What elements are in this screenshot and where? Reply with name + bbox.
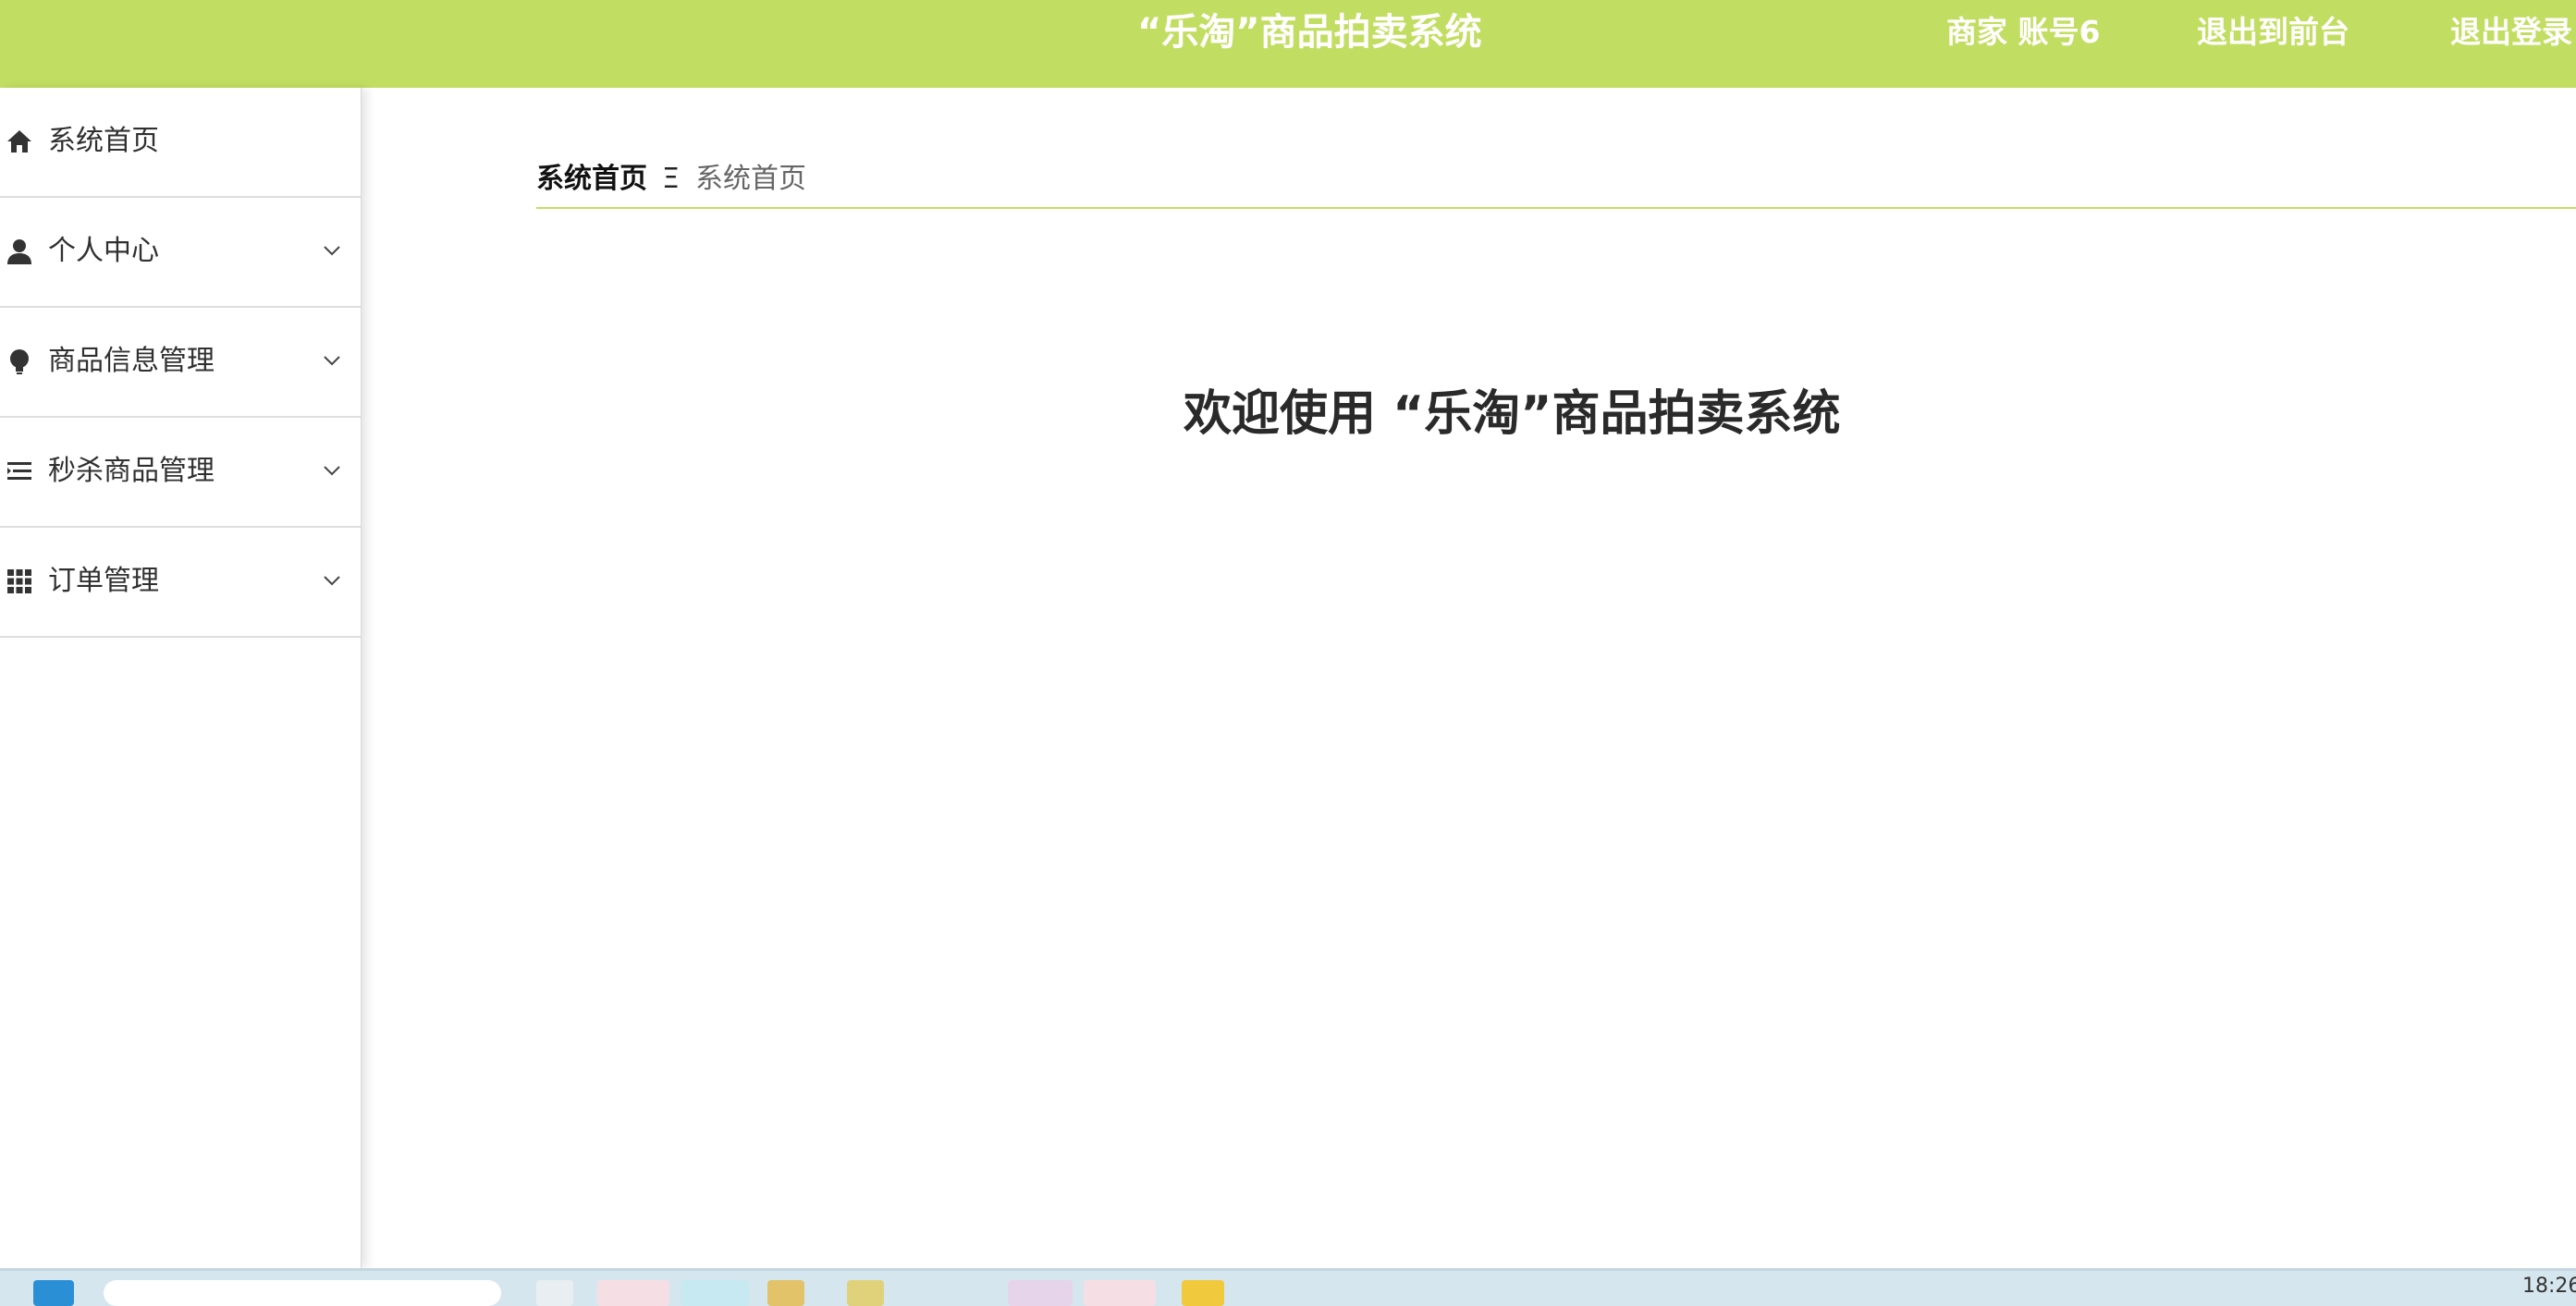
start-button[interactable]: [33, 1280, 74, 1306]
app-title: “乐淘”商品拍卖系统: [1137, 11, 1482, 54]
sidebar-item-home[interactable]: 系统首页: [0, 88, 361, 198]
chevron-down-icon: [324, 576, 340, 586]
taskbar-app-icon[interactable]: [847, 1280, 884, 1306]
taskbar-search-box[interactable]: [104, 1280, 501, 1306]
taskbar-app-icon[interactable]: [1084, 1280, 1156, 1306]
breadcrumb-current: 系统首页: [695, 163, 806, 195]
grid-icon: [7, 569, 31, 593]
taskbar-app-icon[interactable]: [681, 1280, 749, 1306]
sidebar-item-product-info[interactable]: 商品信息管理: [0, 308, 361, 418]
sidebar-item-label: 商品信息管理: [48, 345, 215, 377]
lightbulb-icon: [10, 349, 29, 374]
taskbar-app-icon[interactable]: [536, 1280, 573, 1306]
back-to-front-link[interactable]: 退出到前台: [2197, 9, 2349, 55]
chevron-down-icon: [324, 356, 340, 366]
breadcrumb: 系统首页 Ξ 系统首页: [536, 155, 2576, 209]
sidebar-item-orders[interactable]: 订单管理: [0, 528, 361, 638]
sidebar-item-label: 系统首页: [48, 125, 159, 157]
user-icon: [7, 239, 31, 264]
list-indent-icon: [7, 462, 31, 480]
sidebar: 系统首页 个人中心 商品信息管理 秒杀商品管理 订单管理: [0, 88, 362, 1268]
top-header-bar: “乐淘”商品拍卖系统 商家 账号6 退出到前台 退出登录: [0, 0, 2576, 88]
taskbar-app-icon[interactable]: [767, 1280, 804, 1306]
breadcrumb-root[interactable]: 系统首页: [536, 159, 647, 200]
sidebar-item-label: 秒杀商品管理: [48, 455, 215, 487]
sidebar-item-label: 订单管理: [48, 565, 159, 597]
taskbar-app-icon[interactable]: [1182, 1280, 1224, 1306]
chevron-down-icon: [324, 246, 340, 256]
breadcrumb-separator: Ξ: [662, 163, 680, 195]
taskbar-clock: 18:26: [2522, 1275, 2576, 1298]
os-taskbar: 18:26: [0, 1268, 2576, 1306]
current-user-label: 商家 账号6: [1946, 14, 2101, 50]
sidebar-item-flash-sale[interactable]: 秒杀商品管理: [0, 418, 361, 528]
taskbar-app-icon[interactable]: [597, 1280, 669, 1306]
logout-link[interactable]: 退出登录: [2450, 9, 2572, 55]
sidebar-item-profile[interactable]: 个人中心: [0, 198, 361, 308]
chevron-down-icon: [324, 466, 340, 476]
welcome-heading: 欢迎使用 “乐淘”商品拍卖系统: [1184, 386, 1841, 442]
sidebar-item-label: 个人中心: [48, 235, 159, 267]
home-icon: [7, 130, 31, 153]
taskbar-app-icon[interactable]: [1008, 1280, 1073, 1306]
